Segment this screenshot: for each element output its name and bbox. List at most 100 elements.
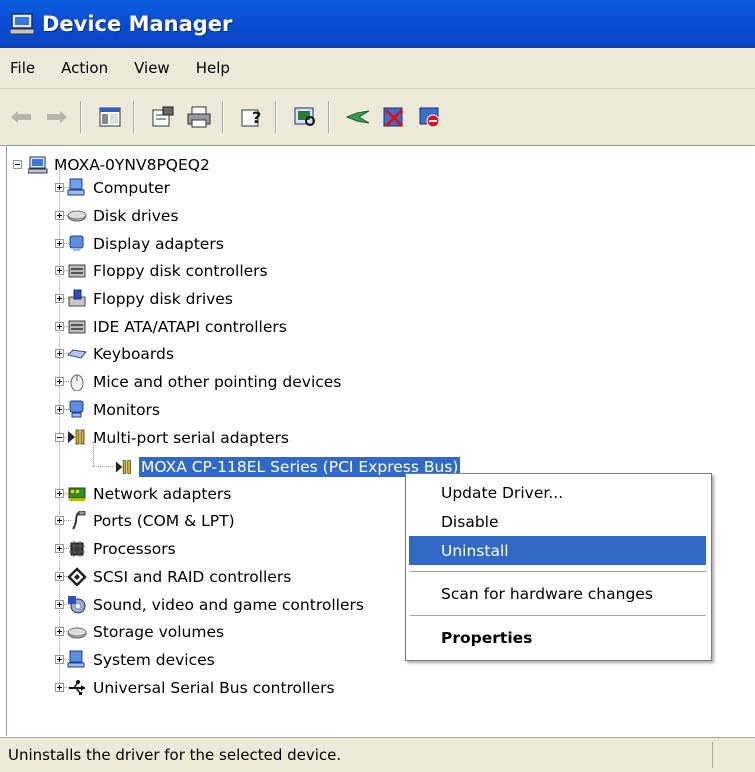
tree-category-ports-com-lpt[interactable]: Ports (COM & LPT) — [67, 507, 237, 534]
tree-category-label: Keyboards — [93, 344, 174, 363]
menu-update-driver[interactable]: Update Driver... — [409, 478, 706, 507]
tree-category-universal-serial-bus-controllers[interactable]: Universal Serial Bus controllers — [67, 674, 337, 701]
ide-controller-icon — [67, 317, 87, 337]
tree-category-label: Floppy disk drives — [93, 289, 233, 308]
expand-toggle[interactable] — [55, 405, 64, 414]
tree-category-label: Storage volumes — [93, 622, 225, 641]
tree-category-mice-and-other-pointing-devices[interactable]: Mice and other pointing devices — [67, 368, 343, 395]
scan-hardware-icon[interactable] — [290, 102, 320, 132]
expand-toggle[interactable] — [55, 183, 64, 192]
serial-port-icon — [67, 428, 87, 448]
tree-category-processors[interactable]: Processors — [67, 535, 178, 562]
tree-category-label: Processors — [93, 539, 176, 558]
tree-category-sound-video-and-game-controllers[interactable]: Sound, video and game controllers — [67, 591, 366, 618]
menu-view[interactable]: View — [121, 48, 183, 88]
expand-toggle[interactable] — [55, 683, 64, 692]
tree-category-system-devices[interactable]: System devices — [67, 646, 217, 673]
tree-category-label: Ports (COM & LPT) — [93, 511, 235, 530]
expand-toggle[interactable] — [55, 544, 64, 553]
tree-category-label: Network adapters — [93, 484, 232, 503]
tree-line — [93, 466, 113, 467]
properties-icon[interactable] — [148, 102, 178, 132]
menu-properties-label: Properties — [441, 628, 533, 647]
toolbar-separator — [133, 101, 134, 133]
menu-action[interactable]: Action — [48, 48, 121, 88]
tree-category-monitors[interactable]: Monitors — [67, 396, 162, 423]
window-title: Device Manager — [42, 12, 233, 36]
tree-category-storage-volumes[interactable]: Storage volumes — [67, 618, 226, 645]
tree-category-keyboards[interactable]: Keyboards — [67, 340, 176, 367]
show-hide-console-tree-icon[interactable] — [95, 102, 125, 132]
network-adapter-icon — [67, 484, 87, 504]
print-icon[interactable] — [184, 102, 214, 132]
menu-file[interactable]: File — [0, 48, 48, 88]
mouse-icon — [67, 372, 87, 392]
expand-toggle[interactable] — [55, 516, 64, 525]
keyboard-icon — [67, 344, 87, 364]
display-adapter-icon — [67, 234, 87, 254]
expand-toggle[interactable] — [55, 489, 64, 498]
status-text: Uninstalls the driver for the selected d… — [8, 746, 342, 764]
update-driver-icon[interactable] — [343, 102, 373, 132]
collapse-toggle[interactable] — [13, 160, 22, 169]
system-device-icon — [67, 650, 87, 670]
back-arrow-icon[interactable] — [6, 102, 36, 132]
toolbar: ? — [0, 89, 755, 146]
floppy-controller-icon — [67, 261, 87, 281]
expand-toggle[interactable] — [55, 266, 64, 275]
expand-toggle[interactable] — [55, 377, 64, 386]
tree-category-ide-ata-atapi-controllers[interactable]: IDE ATA/ATAPI controllers — [67, 313, 289, 340]
device-manager-icon — [10, 12, 38, 36]
tree-category-computer[interactable]: Computer — [67, 174, 172, 201]
uninstall-icon[interactable] — [379, 102, 409, 132]
expand-toggle[interactable] — [55, 211, 64, 220]
scsi-controller-icon — [67, 567, 87, 587]
tree-category-display-adapters[interactable]: Display adapters — [67, 230, 226, 257]
context-menu: Update Driver... Disable Uninstall Scan … — [405, 473, 712, 661]
tree-category-disk-drives[interactable]: Disk drives — [67, 202, 181, 229]
expand-toggle[interactable] — [55, 294, 64, 303]
status-pane — [712, 742, 745, 768]
menu-disable-label: Disable — [441, 512, 499, 531]
expand-toggle[interactable] — [55, 600, 64, 609]
title-bar[interactable]: Device Manager — [0, 0, 755, 48]
disable-icon[interactable] — [415, 102, 445, 132]
tree-category-multi-port-serial-adapters[interactable]: Multi-port serial adapters — [67, 424, 291, 451]
computer-icon — [28, 155, 48, 175]
expand-toggle[interactable] — [55, 655, 64, 664]
tree-category-label: Mice and other pointing devices — [93, 372, 342, 391]
ports-icon — [67, 511, 87, 531]
svg-text:?: ? — [252, 108, 261, 127]
tree-category-label: Sound, video and game controllers — [93, 595, 364, 614]
storage-volume-icon — [67, 622, 87, 642]
tree-category-floppy-disk-controllers[interactable]: Floppy disk controllers — [67, 257, 270, 284]
expand-toggle[interactable] — [55, 349, 64, 358]
help-icon[interactable]: ? — [237, 102, 267, 132]
tree-category-label: Display adapters — [93, 234, 224, 253]
menu-separator — [410, 615, 706, 616]
collapse-toggle[interactable] — [55, 433, 64, 442]
menu-help[interactable]: Help — [183, 48, 243, 88]
expand-toggle[interactable] — [55, 239, 64, 248]
expand-toggle[interactable] — [55, 572, 64, 581]
sound-video-icon — [67, 595, 87, 615]
tree-category-label: Disk drives — [93, 206, 179, 225]
tree-category-label: Universal Serial Bus controllers — [93, 678, 335, 697]
menu-scan-label: Scan for hardware changes — [441, 584, 653, 603]
tree-category-network-adapters[interactable]: Network adapters — [67, 480, 233, 507]
menu-disable[interactable]: Disable — [409, 507, 706, 536]
forward-arrow-icon[interactable] — [42, 102, 72, 132]
menu-scan-hardware[interactable]: Scan for hardware changes — [409, 579, 706, 608]
expand-toggle[interactable] — [55, 627, 64, 636]
computer-icon — [67, 178, 87, 198]
tree-category-floppy-disk-drives[interactable]: Floppy disk drives — [67, 285, 235, 312]
expand-toggle[interactable] — [55, 322, 64, 331]
menu-uninstall[interactable]: Uninstall — [409, 536, 706, 565]
menu-properties[interactable]: Properties — [409, 623, 706, 652]
tree-category-label: Monitors — [93, 400, 160, 419]
menu-bar: File Action View Help — [0, 48, 755, 89]
tree-category-scsi-and-raid-controllers[interactable]: SCSI and RAID controllers — [67, 563, 293, 590]
floppy-drive-icon — [67, 289, 87, 309]
menu-update-driver-label: Update Driver... — [441, 483, 564, 502]
toolbar-separator — [80, 101, 81, 133]
